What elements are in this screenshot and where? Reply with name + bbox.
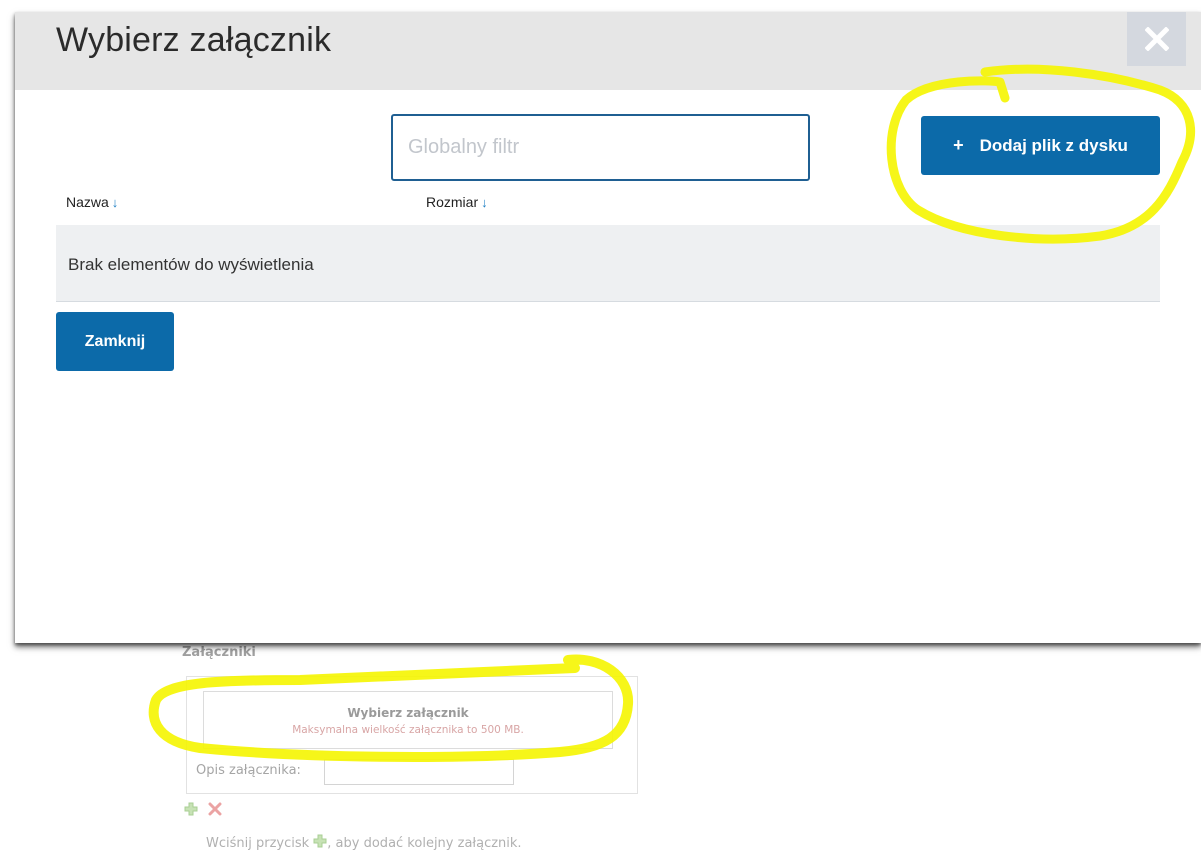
- description-input[interactable]: [324, 759, 514, 785]
- add-file-label: Dodaj plik z dysku: [979, 135, 1128, 155]
- empty-message: Brak elementów do wyświetlenia: [68, 255, 314, 274]
- max-size-note: Maksymalna wielkość załącznika to 500 MB…: [292, 724, 524, 736]
- add-attachment-icon[interactable]: [184, 802, 198, 816]
- choose-attachment-dropzone[interactable]: Wybierz załącznik Maksymalna wielkość za…: [203, 691, 613, 749]
- close-icon-button[interactable]: [1127, 12, 1186, 66]
- column-name-label: Nazwa: [66, 194, 109, 210]
- add-hint-after: , aby dodać kolejny załącznik.: [327, 836, 522, 851]
- choose-attachment-title: Wybierz załącznik: [347, 706, 469, 720]
- column-header-name[interactable]: Nazwa ↓: [66, 194, 118, 210]
- add-file-from-disk-button[interactable]: + Dodaj plik z dysku: [921, 116, 1160, 175]
- column-size-label: Rozmiar: [426, 194, 479, 210]
- empty-table-row: Brak elementów do wyświetlenia: [56, 225, 1160, 302]
- close-button[interactable]: Zamknij: [56, 312, 174, 371]
- attachments-section-title: Załączniki: [182, 645, 256, 660]
- modal-header: Wybierz załącznik: [15, 12, 1201, 90]
- plus-icon: +: [953, 135, 964, 155]
- add-hint: Wciśnij przycisk , aby dodać kolejny zał…: [206, 834, 522, 851]
- description-label: Opis załącznika:: [196, 763, 301, 778]
- attachment-picker-modal: Wybierz załącznik + Dodaj plik z dysku N…: [15, 12, 1201, 643]
- remove-attachment-icon[interactable]: [208, 802, 222, 816]
- global-filter-input[interactable]: [391, 114, 810, 181]
- modal-title: Wybierz załącznik: [56, 21, 332, 59]
- close-icon: [1144, 27, 1169, 51]
- sort-arrow-icon: ↓: [111, 195, 119, 210]
- add-hint-before: Wciśnij przycisk: [206, 836, 310, 851]
- column-header-size[interactable]: Rozmiar ↓: [426, 194, 488, 210]
- plus-icon: [313, 834, 327, 851]
- sort-arrow-icon: ↓: [481, 195, 488, 210]
